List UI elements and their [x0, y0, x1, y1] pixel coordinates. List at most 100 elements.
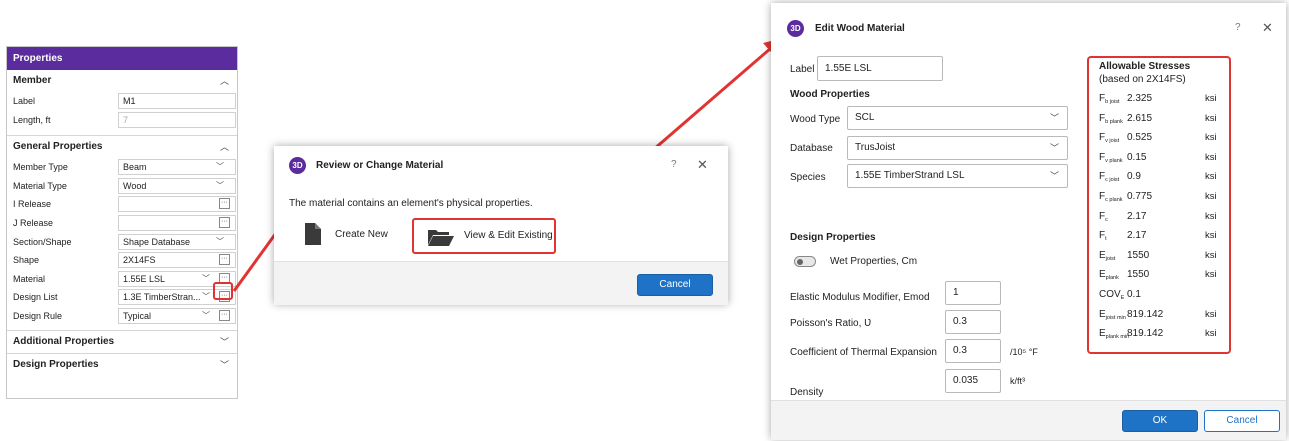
stress-value: 0.15 [1127, 151, 1147, 163]
stress-row: COVE 0.1 [1089, 286, 1229, 306]
app-logo-icon: 3D [787, 20, 804, 37]
stress-row: Ejoist min 819.142 ksi [1089, 306, 1229, 326]
help-icon[interactable]: ? [1235, 22, 1241, 33]
stress-row: Fc plank 0.775 ksi [1089, 188, 1229, 208]
create-new-option[interactable]: Create New [300, 218, 400, 252]
stress-value: 1550 [1127, 249, 1150, 261]
stress-unit: ksi [1205, 249, 1217, 261]
stress-symbol-subscript: t [1105, 236, 1107, 243]
edit-dialog-title: Edit Wood Material [815, 23, 905, 34]
stress-value: 2.17 [1127, 210, 1147, 222]
view-edit-existing-option[interactable]: View & Edit Existing [412, 218, 556, 254]
database-value: TrusJoist [855, 142, 896, 153]
stress-unit: ksi [1205, 171, 1217, 183]
stress-row: Fb joist 2.325 ksi [1089, 90, 1229, 110]
stress-symbol-subscript: v joist [1105, 138, 1120, 145]
wet-properties-toggle[interactable] [794, 256, 816, 267]
open-folder-icon [428, 230, 454, 246]
wood-type-caption: Wood Type [790, 114, 841, 125]
chevron-down-icon: ﹀ [1049, 113, 1059, 123]
stress-symbol-main: E [1099, 269, 1106, 281]
stress-symbol-subscript: b joist [1105, 99, 1120, 105]
stress-symbol-subscript: c [1105, 216, 1108, 223]
wood-type-select[interactable]: SCL ﹀ [847, 106, 1068, 130]
emod-input[interactable]: 1 [945, 281, 1001, 305]
close-icon[interactable]: ✕ [1262, 20, 1273, 36]
stress-symbol-subscript: plank min [1105, 334, 1130, 341]
stress-symbol-main: COV [1099, 289, 1121, 300]
stress-symbol: Fv plank [1099, 152, 1123, 164]
density-caption: Density [790, 387, 824, 398]
stress-unit: ksi [1205, 191, 1217, 202]
thermal-unit: /10⁵ °F [1010, 347, 1038, 357]
stress-symbol-subscript: v plank [1105, 157, 1123, 164]
stress-value: 1550 [1127, 269, 1150, 281]
create-new-label: Create New [335, 229, 388, 240]
species-caption: Species [790, 172, 826, 183]
cancel-button[interactable]: Cancel [637, 274, 713, 296]
density-unit: k/ft³ [1010, 376, 1025, 386]
wet-properties-caption: Wet Properties, Cm [830, 256, 918, 267]
label-input[interactable]: 1.55E LSL [817, 56, 943, 81]
stress-symbol-subscript: c joist [1105, 177, 1120, 184]
stress-symbol-subscript: joist min [1105, 314, 1126, 321]
stress-row: Ft 2.17 ksi [1089, 227, 1229, 247]
stress-unit: ksi [1205, 269, 1217, 281]
stress-unit: ksi [1205, 132, 1217, 144]
stress-row: Ejoist 1550 ksi [1089, 247, 1229, 267]
stress-value: 2.615 [1127, 112, 1153, 124]
design-properties-heading: Design Properties [790, 232, 876, 243]
species-select[interactable]: 1.55E TimberStrand LSL ﹀ [847, 164, 1068, 188]
thermal-input[interactable]: 0.3 [945, 339, 1001, 363]
stress-symbol-subscript: b plank [1105, 118, 1123, 125]
stress-value: 2.17 [1127, 230, 1147, 242]
review-message: The material contains an element's physi… [289, 198, 533, 209]
edit-wood-material-dialog: 3D Edit Wood Material ? ✕ Label 1.55E LS… [771, 3, 1286, 440]
review-material-dialog: 3D Review or Change Material ? ✕ The mat… [274, 146, 728, 305]
close-icon[interactable]: ✕ [697, 157, 708, 173]
stress-unit: ksi [1205, 230, 1217, 242]
stress-symbol-subscript: plank [1105, 275, 1119, 282]
stress-symbol: Fc [1099, 211, 1108, 223]
stress-row: Fb plank 2.615 ksi [1089, 110, 1229, 130]
stress-symbol: Eplank [1099, 269, 1119, 281]
cancel-button[interactable]: Cancel [1204, 410, 1280, 432]
stress-symbol-main: E [1099, 308, 1106, 320]
wood-properties-heading: Wood Properties [790, 89, 870, 100]
stress-symbol: Ft [1099, 230, 1107, 242]
stress-symbol-subscript: E [1120, 295, 1125, 301]
species-value: 1.55E TimberStrand LSL [855, 170, 965, 181]
emod-caption: Elastic Modulus Modifier, Emod [790, 292, 930, 303]
density-input[interactable]: 0.035 [945, 369, 1001, 393]
stress-unit: ksi [1205, 328, 1217, 340]
stresses-title: Allowable Stresses [1099, 61, 1191, 72]
app-logo-icon: 3D [289, 157, 306, 174]
stress-symbol: Fb joist [1099, 93, 1119, 105]
stress-value: 819.142 [1127, 328, 1164, 340]
stress-unit: ksi [1205, 93, 1217, 104]
stress-unit: ksi [1205, 210, 1217, 222]
wood-type-value: SCL [855, 112, 875, 123]
stress-row: Fv plank 0.15 ksi [1089, 149, 1229, 169]
poisson-caption: Poisson's Ratio, Ʋ [790, 318, 872, 329]
stress-symbol-subscript: joist [1105, 255, 1116, 262]
stress-unit: ksi [1205, 308, 1217, 320]
ok-button[interactable]: OK [1122, 410, 1198, 432]
stress-symbol: Ejoist min [1099, 309, 1126, 321]
stress-symbol: Eplank min [1099, 328, 1129, 340]
stress-unit: ksi [1205, 112, 1217, 124]
view-edit-label: View & Edit Existing [464, 230, 553, 241]
help-icon[interactable]: ? [671, 159, 677, 170]
stress-unit: ksi [1205, 151, 1217, 163]
stress-value: 0.775 [1127, 191, 1153, 202]
stress-row: Eplank min 819.142 ksi [1089, 325, 1229, 345]
stress-symbol: Fb plank [1099, 113, 1123, 125]
stress-value: 819.142 [1127, 308, 1164, 320]
stress-value: 0.1 [1127, 289, 1141, 300]
poisson-input[interactable]: 0.3 [945, 310, 1001, 334]
database-select[interactable]: TrusJoist ﹀ [847, 136, 1068, 160]
database-caption: Database [790, 143, 833, 154]
stress-row: Eplank 1550 ksi [1089, 266, 1229, 286]
stress-row: Fc joist 0.9 ksi [1089, 168, 1229, 188]
stress-symbol: COVE [1099, 289, 1124, 301]
